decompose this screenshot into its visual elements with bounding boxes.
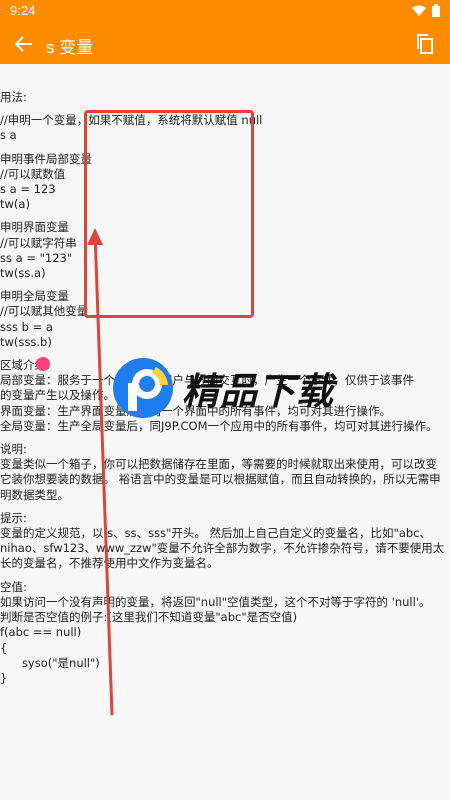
watermark-logo: 精品下载 [110,355,334,421]
touch-indicator [36,357,50,371]
watermark-text: 精品下载 [182,370,334,413]
logo-icon [110,355,176,421]
